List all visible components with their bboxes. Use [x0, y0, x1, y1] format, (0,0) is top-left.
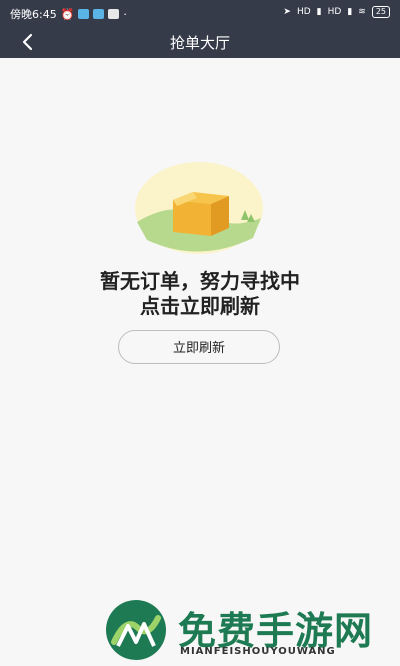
watermark: 免费手游网 MIANFEISHOUYOUWANG [104, 596, 400, 666]
signal-icon: ▮ [316, 7, 322, 17]
nav-bar: 抢单大厅 [0, 26, 400, 58]
watermark-logo-icon [106, 600, 166, 660]
empty-state-subtitle: 点击立即刷新 [140, 294, 260, 318]
signal-label-1: HD [296, 7, 311, 17]
page-title: 抢单大厅 [169, 34, 230, 52]
watermark-subtitle: MIANFEISHOUYOUWANG [180, 646, 336, 657]
location-icon: ➤ [283, 7, 291, 17]
status-right: ➤ HD ▮ HD ▮ ≋ 25 [283, 6, 390, 18]
more-notifications-icon: · [123, 7, 127, 21]
alarm-icon: ⏰ [60, 7, 75, 21]
refresh-button[interactable]: 立即刷新 [118, 330, 280, 364]
signal-icon-2: ▮ [347, 7, 353, 17]
app-notification-icon-2 [93, 9, 105, 19]
app-notification-icon [78, 9, 90, 19]
status-bar: 傍晚6:45 ⏰ · ➤ HD ▮ HD ▮ ≋ 25 [0, 0, 400, 26]
status-left: 傍晚6:45 ⏰ · [10, 6, 127, 22]
signal-label-2: HD [327, 7, 342, 17]
empty-box-illustration [135, 162, 263, 254]
battery-indicator: 25 [371, 6, 390, 18]
app-notification-icon-3 [108, 9, 120, 19]
status-time: 傍晚6:45 [10, 8, 57, 21]
wifi-icon: ≋ [358, 7, 366, 17]
empty-state-title: 暂无订单，努力寻找中 [100, 269, 300, 293]
